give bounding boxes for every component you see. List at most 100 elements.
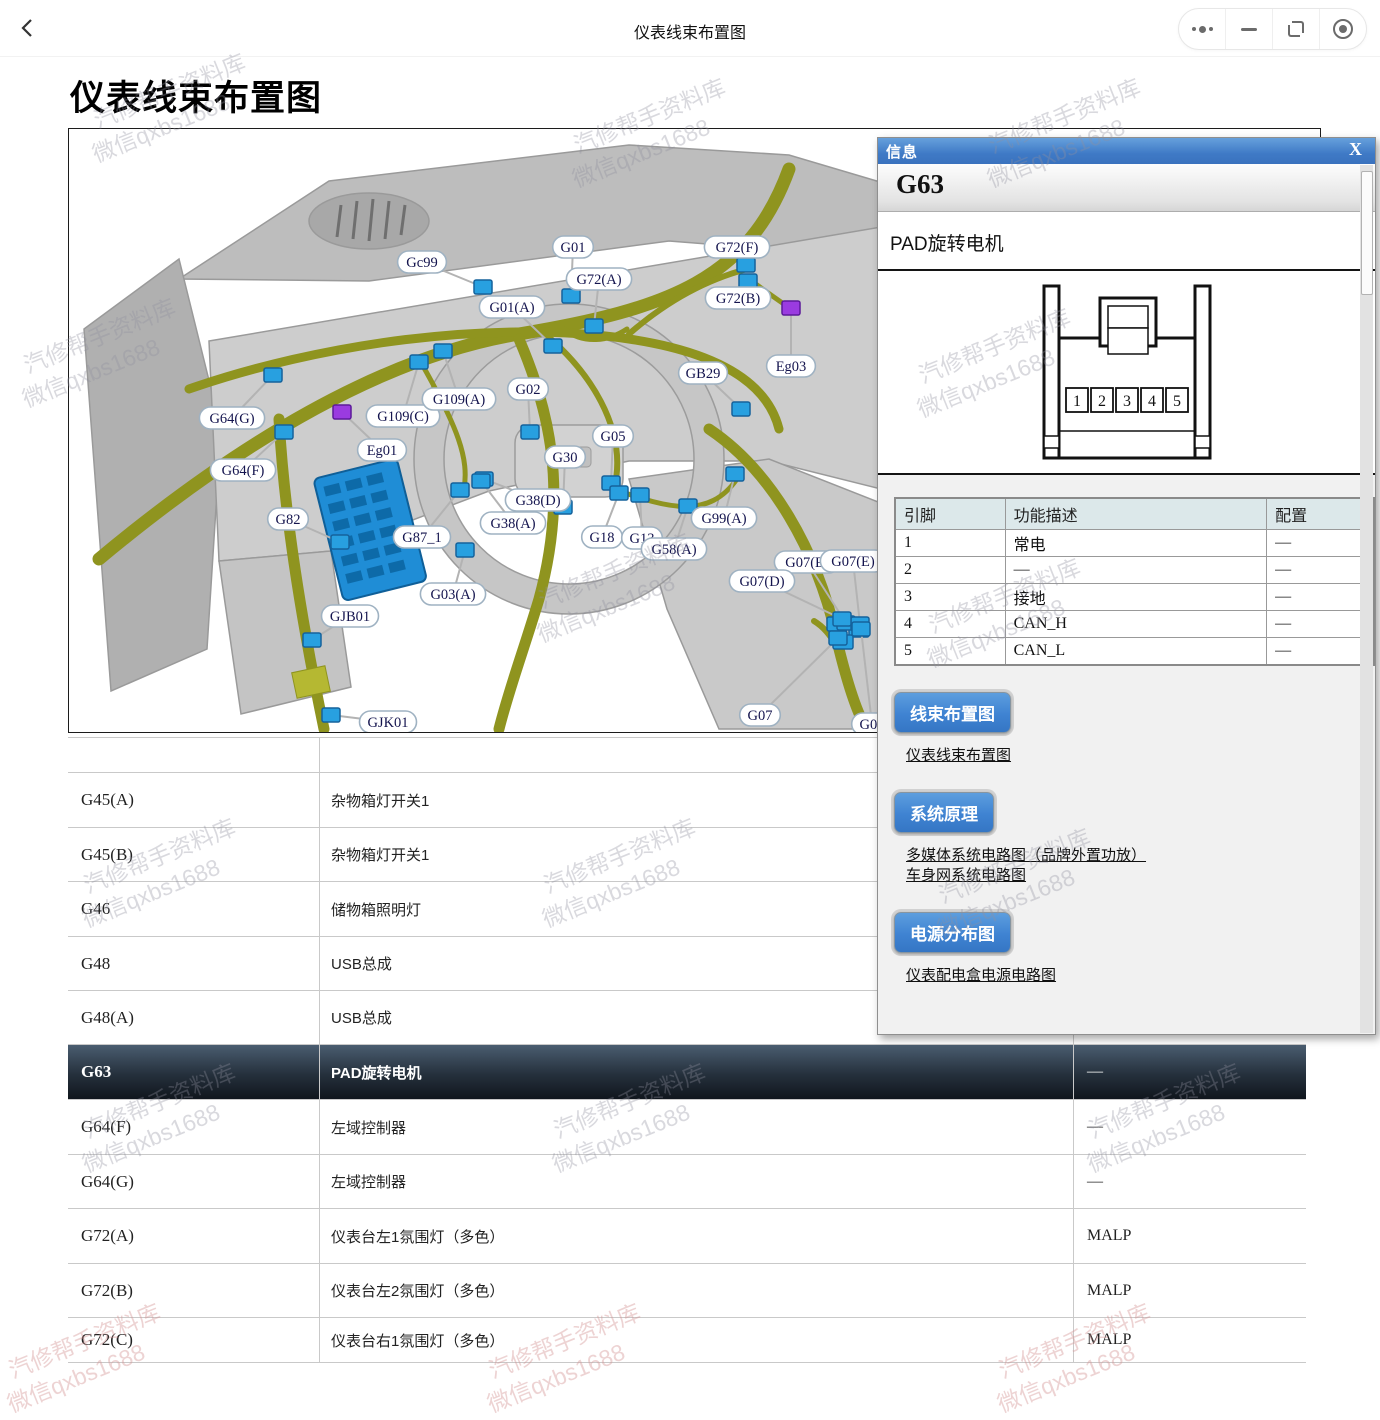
navbar: 仪表线束布置图 xyxy=(0,0,1380,57)
table-cell: G63 xyxy=(68,1045,320,1099)
connector-marker xyxy=(726,467,744,481)
diagram-label-text: GJB01 xyxy=(330,609,370,625)
table-row[interactable]: G64(G)左域控制器— xyxy=(68,1155,1306,1209)
section-links: 多媒体系统电路图（品牌外置功放）车身网系统电路图 xyxy=(906,846,1375,886)
table-cell: PAD旋转电机 xyxy=(320,1045,1074,1099)
close-icon[interactable]: X xyxy=(1349,139,1362,160)
connector-marker xyxy=(829,631,847,645)
restore-button[interactable] xyxy=(1272,9,1319,49)
pin-table-row: 4CAN_H— xyxy=(895,611,1374,638)
diagram-label-text: G38(D) xyxy=(515,493,560,509)
more-dots-icon xyxy=(1192,26,1213,33)
pin-number: 5 xyxy=(1173,393,1181,410)
connector-marker xyxy=(451,483,469,497)
window-controls xyxy=(1178,8,1367,50)
minimize-button[interactable] xyxy=(1225,9,1272,49)
pin-table-cell: 常电 xyxy=(1005,530,1267,557)
panel-scrollbar[interactable] xyxy=(1360,165,1373,1033)
connector-code-bar: G63 xyxy=(878,164,1375,212)
connector-marker xyxy=(739,274,757,288)
table-cell: 左域控制器 xyxy=(320,1155,1074,1208)
pin-table-row: 5CAN_L— xyxy=(895,638,1374,666)
circuit-link[interactable]: 多媒体系统电路图（品牌外置功放） xyxy=(906,846,1375,866)
section-links: 仪表线束布置图 xyxy=(906,746,1375,766)
pin-table-cell: 1 xyxy=(895,530,1005,557)
connector-marker xyxy=(331,535,349,549)
connector-marker xyxy=(410,355,428,369)
info-panel: 信息 X G63 PAD旋转电机 12345 引脚功能描述配置1常电—2——3接… xyxy=(877,137,1376,1035)
pin-table-header: 配置 xyxy=(1267,498,1374,530)
connector-marker xyxy=(322,708,340,722)
diagram-label-text: Eg01 xyxy=(367,443,398,459)
pin-table-cell: — xyxy=(1267,611,1374,638)
pin-table-cell: CAN_L xyxy=(1005,638,1267,666)
circuit-link[interactable]: 仪表配电盒电源电路图 xyxy=(906,966,1375,986)
diagram-label-text: G30 xyxy=(553,450,578,466)
connector-marker xyxy=(833,612,851,626)
connector-marker xyxy=(732,402,750,416)
diagram-label-text: G02 xyxy=(516,382,541,398)
table-row[interactable]: G72(C)仪表台右1氛围灯（多色）MALP xyxy=(68,1318,1306,1363)
table-cell: G72(B) xyxy=(68,1264,320,1317)
connector-marker xyxy=(456,543,474,557)
pin-table-cell: — xyxy=(1267,584,1374,611)
connector-marker xyxy=(472,474,490,488)
connector-drawing: 12345 xyxy=(1002,276,1252,468)
diagram-label-text: G38(A) xyxy=(490,516,535,532)
record-icon xyxy=(1333,19,1353,39)
pin-number: 1 xyxy=(1073,393,1081,410)
table-row[interactable]: G72(B)仪表台左2氛围灯（多色）MALP xyxy=(68,1264,1306,1318)
table-cell: G72(C) xyxy=(68,1318,320,1362)
connector-marker xyxy=(521,425,539,439)
section-button[interactable]: 线束布置图 xyxy=(894,692,1011,733)
connector-name-bar: PAD旋转电机 xyxy=(878,212,1375,271)
section-button[interactable]: 系统原理 xyxy=(894,792,994,833)
diagram-label-text: G72(A) xyxy=(576,272,621,288)
connector-marker xyxy=(474,280,492,294)
table-cell: G45(B) xyxy=(68,828,320,881)
connector-marker xyxy=(264,368,282,382)
table-cell: — xyxy=(1074,1045,1306,1099)
table-cell: G46 xyxy=(68,882,320,936)
circuit-link[interactable]: 仪表线束布置图 xyxy=(906,746,1375,766)
connector-code: G63 xyxy=(896,169,944,200)
pin-table-cell: — xyxy=(1005,557,1267,584)
connector-marker xyxy=(275,425,293,439)
table-cell: 仪表台左2氛围灯（多色） xyxy=(320,1264,1074,1317)
diagram-label-text: Eg03 xyxy=(776,359,807,375)
section-button[interactable]: 电源分布图 xyxy=(894,912,1011,953)
pin-number: 2 xyxy=(1098,393,1106,410)
pin-table-row: 3接地— xyxy=(895,584,1374,611)
minimize-icon xyxy=(1241,28,1257,31)
pin-number: 4 xyxy=(1148,393,1156,410)
info-panel-header: 信息 X xyxy=(878,138,1375,164)
info-panel-title: 信息 xyxy=(886,141,918,162)
pin-table: 引脚功能描述配置1常电—2——3接地—4CAN_H—5CAN_L— xyxy=(894,497,1375,666)
connector-marker xyxy=(737,258,755,272)
pin-table-cell: 4 xyxy=(895,611,1005,638)
connector-name: PAD旋转电机 xyxy=(890,229,1004,256)
table-cell: MALP xyxy=(1074,1209,1306,1263)
info-panel-body: 引脚功能描述配置1常电—2——3接地—4CAN_H—5CAN_L— 线束布置图仪… xyxy=(878,497,1375,986)
circuit-link[interactable]: 车身网系统电路图 xyxy=(906,866,1375,886)
connector-marker xyxy=(303,633,321,647)
diagram-label-text: G01(A) xyxy=(489,300,534,316)
diagram-label-text: G109(C) xyxy=(377,409,429,425)
diagram-label-text: G07 xyxy=(748,708,773,724)
page-title: 仪表线束布置图 xyxy=(70,70,322,121)
diagram-label-text: G07(D) xyxy=(739,574,784,590)
table-cell: 仪表台右1氛围灯（多色） xyxy=(320,1318,1074,1362)
panel-scrollbar-thumb[interactable] xyxy=(1361,171,1373,295)
record-button[interactable] xyxy=(1319,9,1366,49)
more-button[interactable] xyxy=(1179,9,1225,49)
pin-table-row: 1常电— xyxy=(895,530,1374,557)
table-cell: G64(G) xyxy=(68,1155,320,1208)
table-row[interactable]: G63PAD旋转电机— xyxy=(68,1045,1306,1100)
pin-table-cell: — xyxy=(1267,530,1374,557)
table-row[interactable]: G72(A)仪表台左1氛围灯（多色）MALP xyxy=(68,1209,1306,1264)
table-cell: MALP xyxy=(1074,1318,1306,1362)
pin-table-cell: CAN_H xyxy=(1005,611,1267,638)
diagram-label-text: G05 xyxy=(601,429,626,445)
table-row[interactable]: G64(F)左域控制器— xyxy=(68,1100,1306,1155)
diagram-label-text: G01 xyxy=(561,240,586,256)
